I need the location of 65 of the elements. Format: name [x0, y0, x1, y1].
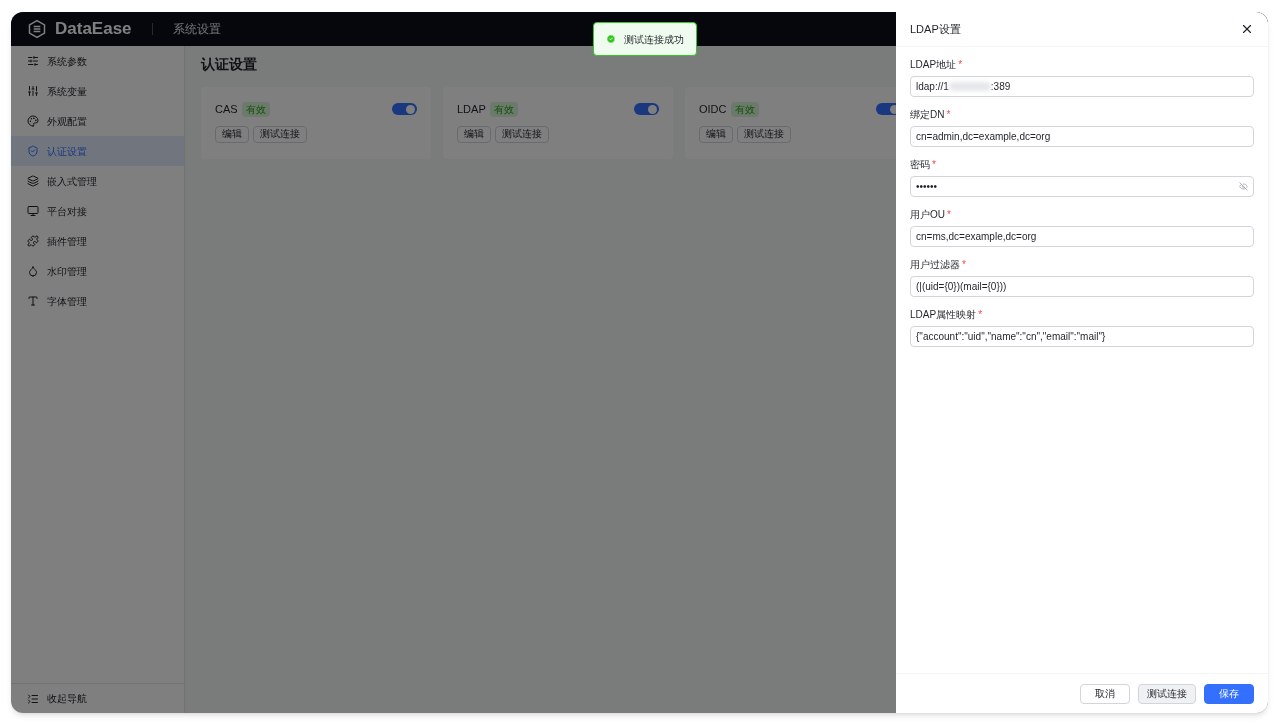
- card-button[interactable]: 编辑: [699, 125, 733, 143]
- field-label: 用户过滤器: [910, 258, 960, 272]
- sidebar-item[interactable]: 平台对接: [11, 196, 184, 226]
- card-title: OIDC: [699, 102, 727, 117]
- blurred-text: [948, 82, 991, 91]
- field-label: LDAP属性映射: [910, 308, 977, 322]
- close-icon[interactable]: [1240, 22, 1254, 36]
- page-header-title: 系统设置: [172, 21, 221, 38]
- drawer-title: LDAP设置: [910, 21, 961, 37]
- field-label: LDAP地址: [910, 58, 957, 72]
- required-mark: *: [962, 258, 966, 272]
- puzzle-icon: [27, 235, 39, 247]
- card-button[interactable]: 测试连接: [737, 125, 791, 143]
- footer-button[interactable]: 取消: [1080, 683, 1130, 704]
- sidebar-item[interactable]: 插件管理: [11, 226, 184, 256]
- required-mark: *: [946, 108, 951, 122]
- palette-icon: [27, 115, 39, 127]
- font-icon: [27, 295, 39, 307]
- field-label: 绑定DN: [910, 108, 945, 122]
- input-field[interactable]: (|(uid={0})(mail={0})): [910, 276, 1254, 297]
- collapse-nav-button[interactable]: 收起导航: [11, 683, 184, 713]
- toggle-switch[interactable]: [392, 103, 417, 116]
- sliders-icon: [27, 85, 39, 97]
- eye-off-icon[interactable]: [1239, 182, 1248, 191]
- field-label: 密码: [910, 158, 930, 172]
- status-tag: 有效: [241, 101, 270, 117]
- required-mark: *: [958, 58, 963, 72]
- sidebar-item[interactable]: 嵌入式管理: [11, 166, 184, 196]
- sliders-icon: [27, 55, 39, 67]
- sidebar-item[interactable]: 认证设置: [11, 136, 184, 166]
- required-mark: *: [947, 208, 951, 222]
- sidebar-item[interactable]: 系统参数: [11, 46, 184, 76]
- sidebar-item[interactable]: 外观配置: [11, 106, 184, 136]
- sidebar-item[interactable]: 水印管理: [11, 256, 184, 286]
- logo-icon: [27, 19, 47, 39]
- input-field[interactable]: {"account":"uid","name":"cn","email":"mail"}: [910, 326, 1254, 347]
- droplet-icon: [27, 265, 39, 277]
- card-title: CAS: [215, 102, 238, 117]
- status-tag: 有效: [489, 101, 518, 117]
- status-tag: 有效: [730, 101, 759, 117]
- input-field[interactable]: cn=admin,dc=example,dc=org: [910, 126, 1254, 147]
- footer-button[interactable]: 保存: [1204, 683, 1254, 704]
- required-mark: *: [932, 158, 936, 172]
- required-mark: *: [978, 308, 983, 322]
- toggle-switch[interactable]: [634, 103, 659, 116]
- card-button[interactable]: 编辑: [457, 125, 491, 143]
- shield-icon: [27, 145, 39, 157]
- menu-icon: [27, 692, 39, 705]
- monitor-icon: [27, 205, 39, 217]
- field-label: 用户OU: [910, 208, 945, 222]
- toast-text: 测试连接成功: [624, 32, 684, 47]
- card-button[interactable]: 测试连接: [253, 125, 307, 143]
- card-title: LDAP: [457, 102, 486, 117]
- card-button[interactable]: 测试连接: [495, 125, 549, 143]
- layers-icon: [27, 175, 39, 187]
- card-button[interactable]: 编辑: [215, 125, 249, 143]
- sidebar-item[interactable]: 字体管理: [11, 286, 184, 316]
- input-field[interactable]: cn=ms,dc=example,dc=org: [910, 226, 1254, 247]
- sidebar-item[interactable]: 系统变量: [11, 76, 184, 106]
- success-icon: [606, 34, 616, 44]
- logo-text: DataEase: [55, 18, 132, 41]
- footer-button[interactable]: 测试连接: [1138, 683, 1196, 704]
- input-field[interactable]: ldap://1 :389: [910, 76, 1254, 97]
- input-field[interactable]: ••••••: [910, 176, 1254, 197]
- page-title: 认证设置: [201, 55, 257, 74]
